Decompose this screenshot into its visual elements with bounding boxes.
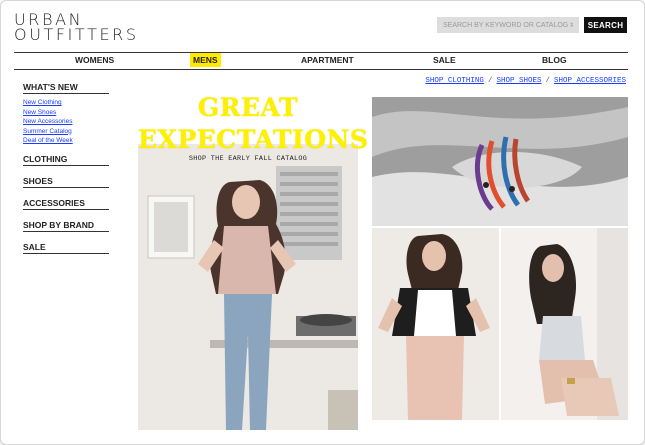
bracelets-illustration <box>372 97 628 226</box>
sidebar-sale[interactable]: SALE <box>23 242 109 254</box>
sidebar: WHAT'S NEW New Clothing New Shoes New Ac… <box>23 82 109 146</box>
promo-title-line-1[interactable]: GREAT <box>138 93 358 122</box>
shop-shoes-link[interactable]: SHOP SHOES <box>496 77 541 85</box>
nav-womens[interactable]: WOMENS <box>72 53 117 67</box>
promo-subtitle[interactable]: SHOP THE EARLY FALL CATALOG <box>138 155 358 163</box>
search-button[interactable]: SEARCH <box>584 17 627 33</box>
promo-photo-illustration <box>138 144 358 430</box>
search-input[interactable] <box>437 17 579 33</box>
sidebar-clothing[interactable]: CLOTHING <box>23 154 109 166</box>
link-separator: / <box>545 77 550 85</box>
sidebar-accessories[interactable]: ACCESSORIES <box>23 198 109 210</box>
model-illustration-left <box>372 228 499 420</box>
nav-blog[interactable]: BLOG <box>539 53 570 67</box>
shop-clothing-link[interactable]: SHOP CLOTHING <box>425 77 484 85</box>
model-illustration-right <box>501 228 628 420</box>
sidebar-new-clothing[interactable]: New Clothing <box>23 98 109 108</box>
site-logo[interactable]: URBAN OUTFITTERS <box>14 12 139 44</box>
accessories-photo[interactable] <box>372 97 628 226</box>
page-frame: URBAN OUTFITTERS SEARCH WOMENS MENS APAR… <box>0 0 645 445</box>
nav-apartment[interactable]: APARTMENT <box>298 53 357 67</box>
link-separator: / <box>487 77 493 85</box>
main-nav: WOMENS MENS APARTMENT SALE BLOG <box>14 52 628 70</box>
shop-links: SHOP CLOTHING / SHOP SHOES / SHOP ACCESSORIE… <box>425 77 626 85</box>
model-photo-left[interactable] <box>372 228 499 420</box>
sidebar-new-accessories[interactable]: New Accessories <box>23 117 109 127</box>
logo-line-2: OUTFITTERS <box>14 25 139 44</box>
model-photo-right[interactable] <box>501 228 628 420</box>
sidebar-deal-of-the-week[interactable]: Deal of the Week <box>23 136 109 146</box>
sidebar-shop-by-brand[interactable]: SHOP BY BRAND <box>23 220 109 232</box>
promo-image[interactable] <box>138 144 358 430</box>
promo-title-line-2[interactable]: EXPECTATIONS <box>138 125 368 154</box>
sidebar-new-shoes[interactable]: New Shoes <box>23 108 109 118</box>
nav-sale[interactable]: SALE <box>430 53 459 67</box>
sidebar-whats-new[interactable]: WHAT'S NEW <box>23 82 109 94</box>
shop-accessories-link[interactable]: SHOP ACCESSORIES <box>554 77 626 85</box>
sidebar-summer-catalog[interactable]: Summer Catalog <box>23 127 109 137</box>
nav-mens[interactable]: MENS <box>190 53 221 67</box>
sidebar-shoes[interactable]: SHOES <box>23 176 109 188</box>
